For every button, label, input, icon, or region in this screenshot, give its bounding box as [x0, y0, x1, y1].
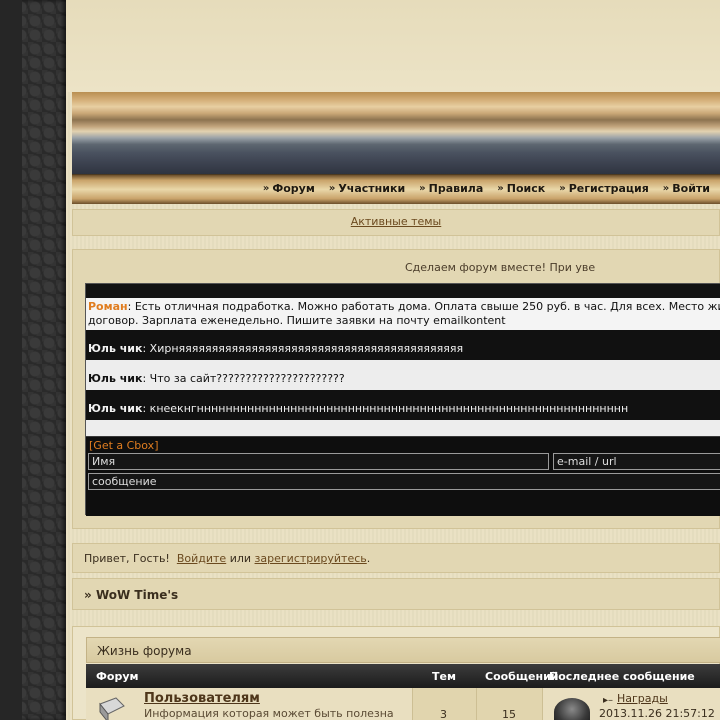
breadcrumb-separator: »	[84, 588, 92, 602]
chat-author[interactable]: Юль чик	[88, 372, 142, 385]
chat-message: Юль чик: кнеекнгнннннннннннннннннннннннн…	[86, 390, 720, 420]
chat-author[interactable]: Роман	[88, 300, 128, 313]
double-chevron-icon: »	[497, 183, 504, 194]
column-topics: Тем	[432, 670, 456, 683]
forum-title-link[interactable]: Пользователям	[144, 691, 260, 706]
nav-item-label: Правила	[428, 182, 484, 195]
avatar[interactable]	[554, 698, 590, 720]
or-text: или	[229, 552, 252, 565]
chat-message-empty	[86, 420, 720, 436]
chat-text: : кнеекнгннннннннннннннннннннннннннннннн…	[142, 402, 629, 415]
welcome-bar: Привет, Гость! Войдите или зарегистрируй…	[72, 543, 720, 573]
login-link[interactable]: Войдите	[177, 552, 226, 565]
chat-author[interactable]: Юль чик	[88, 342, 142, 355]
last-post-arrow-icon[interactable]: ▸–	[603, 695, 613, 706]
forum-table-header: Форум Тем Сообщений Последнее сообщение	[86, 664, 720, 688]
chat-text-continued: договор. Зарплата еженедельно. Пишите за…	[88, 314, 506, 327]
greeting-text: Привет, Гость!	[84, 552, 170, 565]
forum-category-block: Жизнь форума Форум Тем Сообщений Последн…	[72, 626, 720, 720]
nav-item-login[interactable]: » Войти	[663, 182, 710, 195]
category-title[interactable]: Жизнь форума	[86, 637, 720, 663]
nav-item-label: Регистрация	[568, 182, 649, 195]
header-banner	[72, 92, 720, 174]
nav-item-rules[interactable]: » Правила	[419, 182, 483, 195]
page: » Форум » Участники » Правила » Поиск » …	[66, 0, 720, 720]
nav-item-members[interactable]: » Участники	[329, 182, 405, 195]
register-link[interactable]: зарегистрируйтесь	[255, 552, 367, 565]
forum-row: Пользователям Информация которая может б…	[86, 688, 720, 720]
chat-message: Роман: Есть отличная подработка. Можно р…	[86, 298, 720, 330]
forum-description: Информация которая может быть полезна	[144, 707, 394, 720]
nav-item-label: Участники	[338, 182, 406, 195]
active-topics-link[interactable]: Активные темы	[351, 215, 442, 228]
nav-item-label: Поиск	[506, 182, 546, 195]
chat-message-input[interactable]: сообщение	[88, 473, 720, 490]
chatbox-title: Сделаем форум вместе! При уве	[405, 261, 596, 274]
forum-scroll-icon	[99, 697, 125, 720]
main-navbar: » Форум » Участники » Правила » Поиск » …	[72, 174, 720, 204]
chatbox: Роман: Есть отличная подработка. Можно р…	[85, 283, 720, 516]
chat-url-input[interactable]: e-mail / url	[553, 453, 720, 470]
chat-message: Юль чик: Хирняяяяяяяяяяяяяяяяяяяяяяяяяяя…	[86, 330, 720, 360]
chatbox-panel: Сделаем форум вместе! При уве Роман: Ест…	[72, 249, 720, 529]
chat-text: : Что за сайт??????????????????????	[142, 372, 345, 385]
get-cbox-link[interactable]: [Get a Cbox]	[89, 439, 159, 452]
column-forum: Форум	[96, 670, 139, 683]
breadcrumb: » WoW Time's	[72, 578, 720, 610]
nav-item-forum[interactable]: » Форум	[263, 182, 315, 195]
chat-name-input[interactable]: Имя	[88, 453, 549, 470]
top-area	[66, 0, 720, 92]
chat-message: Юль чик: Что за сайт????????????????????…	[86, 360, 720, 390]
nav-item-register[interactable]: » Регистрация	[559, 182, 649, 195]
double-chevron-icon: »	[262, 183, 270, 194]
chat-text: : Хирняяяяяяяяяяяяяяяяяяяяяяяяяяяяяяяяяя…	[142, 342, 464, 355]
nav-item-label: Войти	[672, 182, 710, 195]
nav-items: » Форум » Участники » Правила » Поиск » …	[263, 182, 710, 195]
double-chevron-icon: »	[662, 183, 670, 194]
nav-item-search[interactable]: » Поиск	[497, 182, 545, 195]
period-text: .	[366, 552, 371, 565]
column-last-post: Последнее сообщение	[549, 670, 695, 683]
last-post-link[interactable]: Награды	[617, 692, 668, 705]
column-posts: Сообщений	[485, 670, 559, 683]
chat-text: : Есть отличная подработка. Можно работа…	[127, 300, 720, 313]
double-chevron-icon: »	[419, 183, 426, 194]
double-chevron-icon: »	[328, 183, 336, 194]
active-topics-bar: Активные темы	[72, 209, 720, 236]
topic-count: 3	[440, 708, 447, 720]
breadcrumb-title[interactable]: WoW Time's	[96, 588, 178, 602]
left-decorative-border	[0, 0, 66, 720]
last-post-date: 2013.11.26 21:57:12	[599, 707, 715, 720]
chatbox-form: [Get a Cbox] Имя e-mail / url сообщение	[86, 436, 720, 516]
nav-item-label: Форум	[272, 182, 315, 195]
chat-author[interactable]: Юль чик	[88, 402, 142, 415]
post-count: 15	[502, 708, 516, 720]
double-chevron-icon: »	[559, 183, 566, 194]
